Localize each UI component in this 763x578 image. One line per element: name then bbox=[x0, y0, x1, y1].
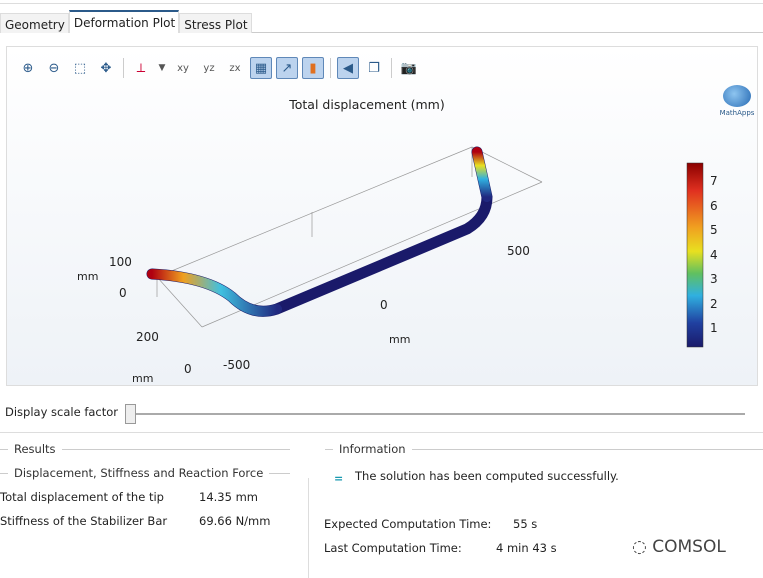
toolbar-separator bbox=[391, 58, 392, 78]
results-title: Results bbox=[14, 442, 56, 456]
view-xy-icon[interactable]: xy bbox=[172, 57, 194, 79]
last-time-value: 4 min 43 s bbox=[496, 541, 557, 555]
legend-tick: 3 bbox=[710, 272, 718, 286]
mathapps-logo: MathApps bbox=[717, 85, 757, 117]
lighting-icon[interactable]: ◀ bbox=[337, 57, 359, 79]
legend-tick: 1 bbox=[710, 321, 718, 335]
results-subtitle: Displacement, Stiffness and Reaction For… bbox=[14, 466, 264, 480]
legend-tick: 2 bbox=[710, 296, 718, 311]
information-group-header: Information bbox=[325, 442, 763, 456]
x-axis-label: mm bbox=[389, 333, 411, 346]
scale-factor-slider[interactable] bbox=[130, 413, 745, 415]
x-tick: 0 bbox=[380, 298, 388, 312]
logo-text: MathApps bbox=[719, 109, 755, 117]
y-tick: 0 bbox=[184, 362, 192, 376]
transparency-icon[interactable]: ❐ bbox=[363, 57, 385, 79]
stiffness-value: 69.66 N/mm bbox=[199, 514, 271, 528]
legend-ticks: 7 6 5 4 3 2 1 bbox=[710, 169, 718, 341]
z-tick: 0 bbox=[119, 286, 127, 300]
information-title: Information bbox=[339, 442, 406, 456]
panel-divider bbox=[308, 478, 309, 578]
view-zx-icon[interactable]: zx bbox=[224, 57, 246, 79]
axis-icon[interactable]: ↗ bbox=[276, 57, 298, 79]
tip-displacement-label: Total displacement of the tip bbox=[0, 490, 164, 504]
top-divider bbox=[0, 3, 763, 4]
zoom-out-icon[interactable]: ⊖ bbox=[43, 57, 65, 79]
watermark-text: COMSOL bbox=[652, 537, 726, 557]
toolbar-separator bbox=[123, 58, 124, 78]
tab-geometry[interactable]: Geometry bbox=[0, 13, 69, 33]
x-tick: 500 bbox=[507, 244, 530, 258]
legend-tick: 4 bbox=[710, 247, 718, 262]
legend-tick: 5 bbox=[710, 223, 718, 237]
plot-title: Total displacement (mm) bbox=[289, 97, 445, 112]
tab-deformation-plot[interactable]: Deformation Plot bbox=[68, 10, 180, 33]
grid-icon[interactable]: ▦ bbox=[250, 57, 272, 79]
zoom-in-icon[interactable]: ⊕ bbox=[17, 57, 39, 79]
y-axis-label: mm bbox=[132, 372, 154, 385]
last-time-label: Last Computation Time: bbox=[324, 541, 462, 555]
expected-time-value: 55 s bbox=[513, 517, 538, 531]
stabilizer-bar-base bbox=[146, 146, 493, 317]
x-tick: -500 bbox=[223, 358, 251, 372]
divider bbox=[0, 432, 763, 433]
dropdown-icon[interactable]: ▼ bbox=[156, 57, 168, 79]
tab-bar: Geometry Deformation Plot Stress Plot bbox=[0, 10, 763, 33]
axis-orientation-icon[interactable]: ⟂ bbox=[130, 57, 152, 79]
plot-toolbar: ⊕ ⊖ ⬚ ✥ ⟂ ▼ xy yz zx ▦ ↗ ▮ ◀ ❐ 📷 bbox=[17, 57, 420, 79]
legend-tick: 7 bbox=[710, 174, 718, 188]
legend-tick: 6 bbox=[710, 198, 718, 213]
globe-icon bbox=[723, 85, 751, 107]
z-axis-label: mm bbox=[77, 270, 99, 283]
scale-factor-label: Display scale factor bbox=[5, 405, 119, 419]
color-legend-bar bbox=[686, 162, 704, 348]
camera-icon[interactable]: 📷 bbox=[398, 57, 420, 79]
view-yz-icon[interactable]: yz bbox=[198, 57, 220, 79]
tab-stress-plot[interactable]: Stress Plot bbox=[179, 13, 252, 33]
expected-time-label: Expected Computation Time: bbox=[324, 517, 492, 531]
slider-thumb[interactable] bbox=[125, 404, 136, 424]
graphics-window[interactable]: ⊕ ⊖ ⬚ ✥ ⟂ ▼ xy yz zx ▦ ↗ ▮ ◀ ❐ 📷 Total d… bbox=[6, 46, 758, 386]
stabilizer-bar-right-arm bbox=[472, 147, 492, 202]
results-subgroup-header: Displacement, Stiffness and Reaction For… bbox=[0, 466, 290, 480]
stiffness-label: Stiffness of the Stabilizer Bar bbox=[0, 514, 168, 528]
zoom-extents-icon[interactable]: ✥ bbox=[95, 57, 117, 79]
tip-displacement-value: 14.35 mm bbox=[199, 490, 258, 504]
y-tick: 200 bbox=[136, 330, 159, 344]
z-tick: 100 bbox=[109, 255, 132, 269]
results-group-header: Results bbox=[0, 442, 290, 456]
status-message: The solution has been computed successfu… bbox=[355, 469, 619, 483]
toolbar-separator bbox=[330, 58, 331, 78]
comsol-watermark: ◌ COMSOL bbox=[632, 537, 726, 557]
status-ok-icon: = bbox=[334, 472, 344, 485]
color-legend-icon[interactable]: ▮ bbox=[302, 57, 324, 79]
zoom-box-icon[interactable]: ⬚ bbox=[69, 57, 91, 79]
